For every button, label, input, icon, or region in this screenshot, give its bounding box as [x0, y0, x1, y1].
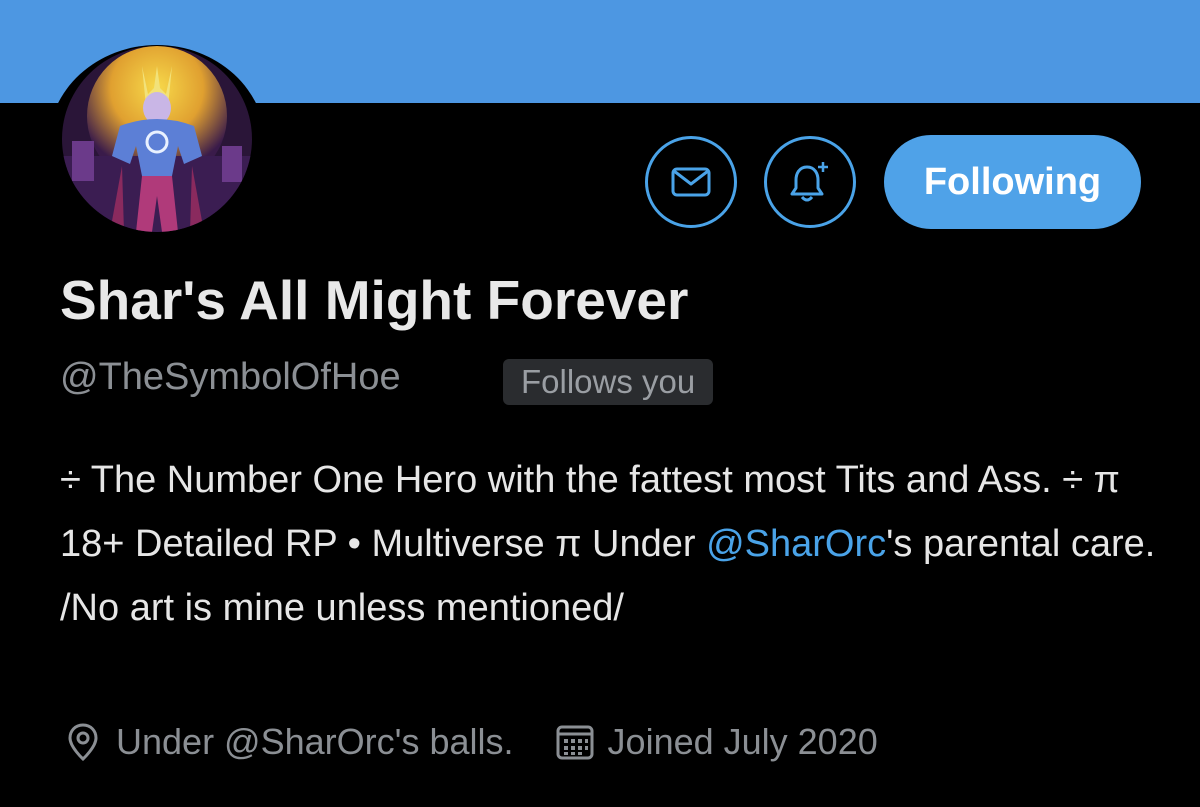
follows-you-badge: Follows you: [503, 359, 714, 405]
message-button[interactable]: [645, 136, 737, 228]
location-pin-icon: [60, 719, 106, 765]
bio-mention-link[interactable]: @SharOrc: [706, 523, 886, 565]
profile-meta: Under @SharOrc's balls. Joined July 2020: [60, 716, 878, 768]
avatar[interactable]: [62, 46, 252, 232]
user-handle: @TheSymbolOfHoe: [60, 356, 401, 398]
mail-icon: [671, 167, 711, 197]
display-name: Shar's All Might Forever: [60, 269, 689, 331]
location-text: Under @SharOrc's balls.: [116, 721, 514, 762]
bell-plus-icon: [790, 162, 828, 202]
calendar-icon: [552, 719, 598, 765]
notifications-button[interactable]: [764, 136, 856, 228]
profile-bio: ÷ The Number One Hero with the fattest m…: [60, 448, 1170, 640]
joined-date-text: Joined July 2020: [607, 721, 878, 762]
following-button[interactable]: Following: [884, 135, 1141, 229]
